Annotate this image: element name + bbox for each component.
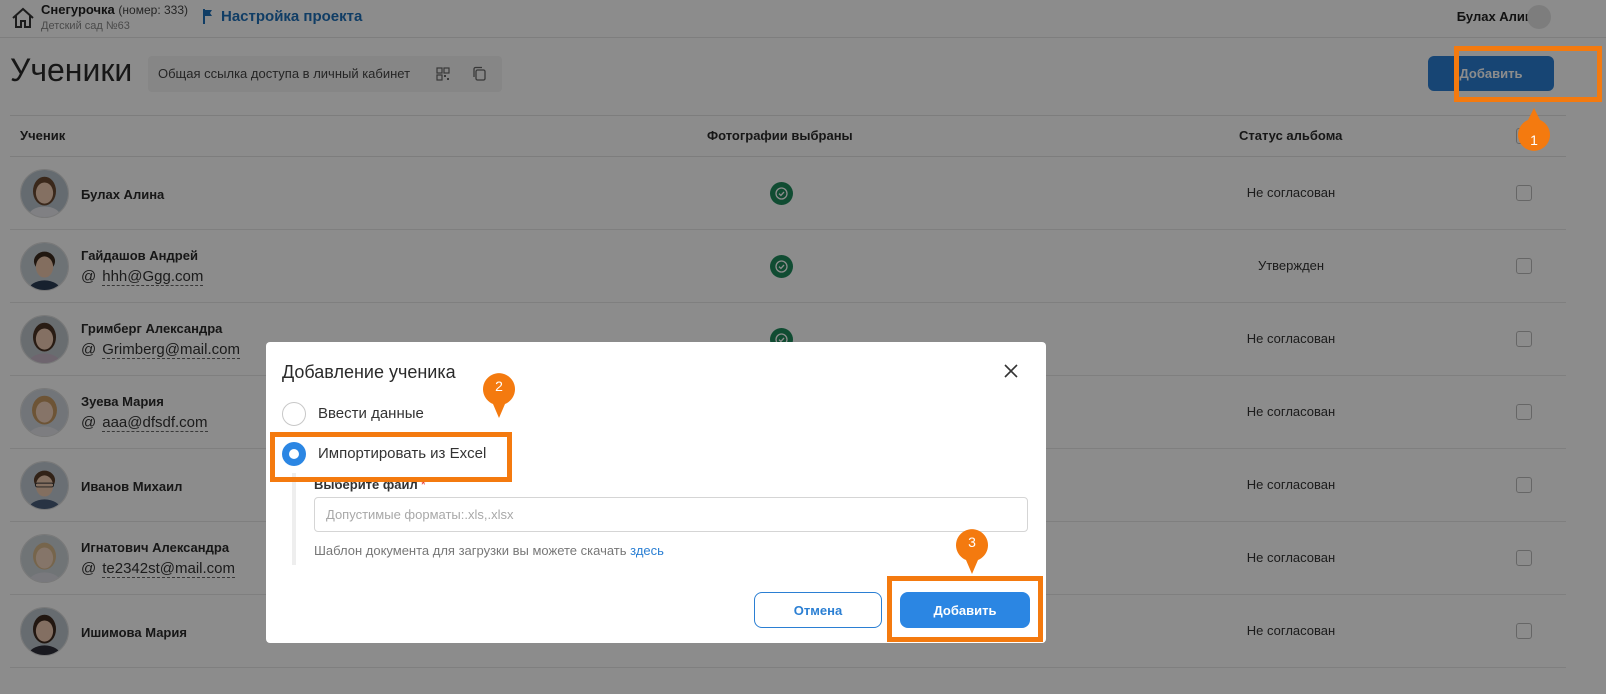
confirm-add-button[interactable]: Добавить	[900, 592, 1030, 628]
file-label-text: Выберите файл	[314, 477, 418, 492]
file-input[interactable]	[314, 497, 1028, 532]
radio-manual-entry[interactable]	[282, 402, 306, 426]
import-section-divider	[292, 473, 296, 565]
template-download-link[interactable]: здесь	[630, 543, 664, 558]
template-hint: Шаблон документа для загрузки вы можете …	[314, 543, 664, 558]
add-student-dialog: Добавление ученика Ввести данные Импорти…	[266, 342, 1046, 643]
required-mark: *	[420, 477, 426, 492]
template-hint-text: Шаблон документа для загрузки вы можете …	[314, 543, 627, 558]
dialog-title: Добавление ученика	[282, 362, 456, 382]
cancel-button[interactable]: Отмена	[754, 592, 882, 628]
radio-manual-label[interactable]: Ввести данные	[318, 405, 424, 422]
close-icon[interactable]	[1003, 363, 1019, 379]
radio-excel-label[interactable]: Импортировать из Excel	[318, 445, 486, 462]
radio-import-excel[interactable]	[282, 442, 306, 466]
file-field-label: Выберите файл *	[314, 477, 426, 492]
